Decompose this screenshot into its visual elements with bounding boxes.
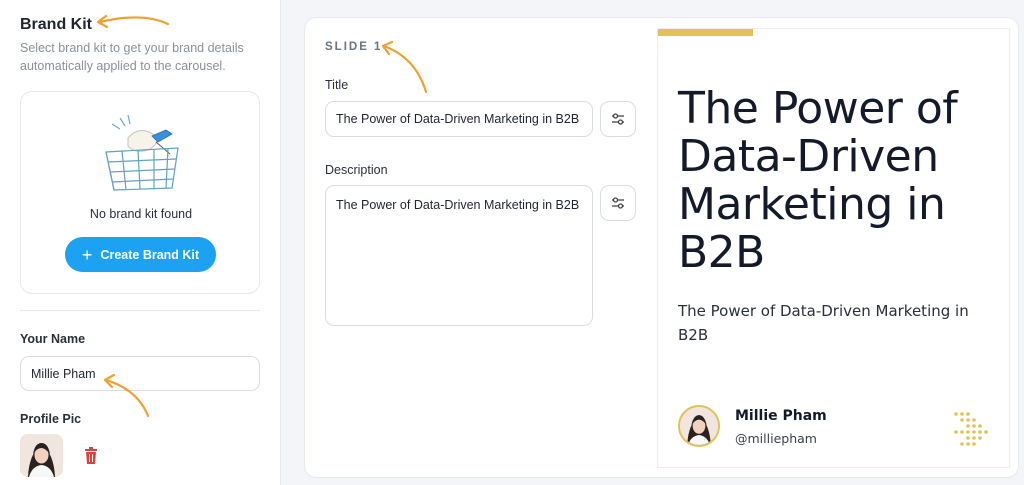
description-label: Description bbox=[325, 163, 388, 177]
plus-icon: + bbox=[81, 244, 93, 265]
dotted-arrow-icon bbox=[954, 412, 988, 446]
description-textarea[interactable]: The Power of Data-Driven Marketing in B2… bbox=[325, 185, 593, 326]
empty-basket-illustration bbox=[105, 114, 179, 191]
preview-accent-bar bbox=[658, 29, 753, 36]
title-input[interactable] bbox=[325, 101, 593, 137]
preview-title: The Power of Data-Driven Marketing in B2… bbox=[678, 83, 958, 278]
slide-number-label: SLIDE 1 bbox=[325, 41, 383, 53]
preview-description: The Power of Data-Driven Marketing in B2… bbox=[678, 302, 969, 344]
sliders-icon bbox=[612, 197, 624, 209]
sidebar-divider bbox=[20, 310, 260, 311]
profile-pic-thumbnail[interactable] bbox=[20, 434, 63, 477]
slide-preview[interactable]: The Power of Data-Driven Marketing in B2… bbox=[657, 28, 1010, 468]
sidebar: Brand Kit Select brand kit to get your b… bbox=[0, 0, 281, 485]
create-brand-kit-button[interactable]: + Create Brand Kit bbox=[65, 237, 216, 272]
create-brand-kit-label: Create Brand Kit bbox=[100, 247, 200, 262]
app-root: Brand Kit Select brand kit to get your b… bbox=[0, 0, 1024, 485]
your-name-input[interactable] bbox=[20, 356, 260, 391]
description-settings-button[interactable] bbox=[600, 185, 636, 221]
title-label: Title bbox=[325, 78, 349, 92]
profile-pic-label: Profile Pic bbox=[20, 412, 82, 426]
brand-kit-description: Select brand kit to get your brand detai… bbox=[20, 41, 244, 73]
preview-avatar bbox=[678, 405, 720, 447]
delete-profile-pic-icon[interactable] bbox=[83, 447, 99, 465]
your-name-label: Your Name bbox=[20, 332, 86, 346]
preview-author-name: Millie Pham bbox=[735, 408, 827, 424]
no-brand-kit-text: No brand kit found bbox=[89, 207, 193, 221]
preview-author-handle: @milliepham bbox=[735, 431, 817, 446]
brand-kit-card: No brand kit found + Create Brand Kit bbox=[20, 91, 260, 294]
brand-kit-title: Brand Kit bbox=[20, 16, 92, 33]
sliders-icon bbox=[612, 113, 624, 125]
title-settings-button[interactable] bbox=[600, 101, 636, 137]
slide-editor-panel: SLIDE 1 Title Description The Power of D… bbox=[304, 17, 1019, 478]
